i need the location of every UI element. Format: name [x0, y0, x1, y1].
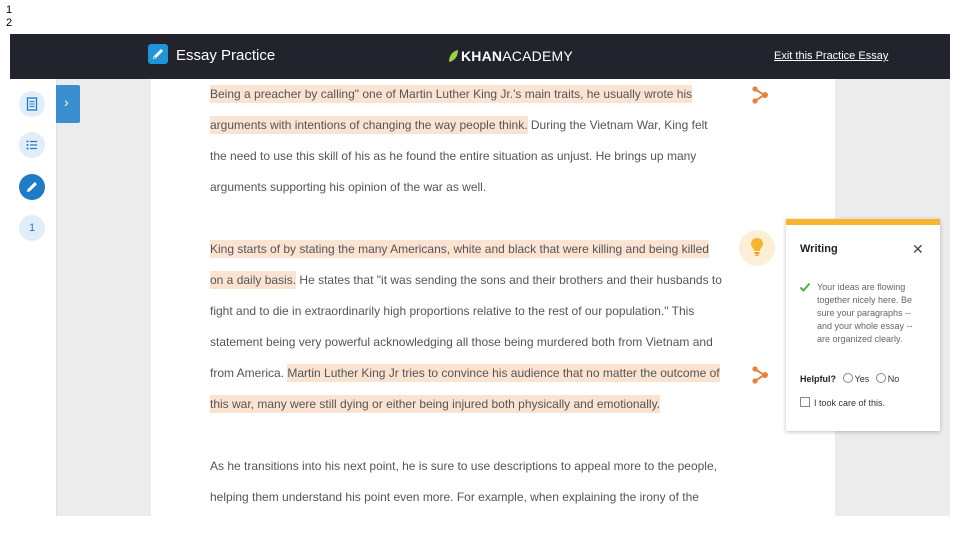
checkmark-icon — [799, 282, 811, 292]
yes-radio[interactable] — [842, 373, 853, 383]
essay-line: helping them understand his point even m… — [210, 486, 699, 508]
pencil-icon — [27, 182, 37, 192]
essay-line: the need to use this skill of his as he … — [210, 145, 696, 167]
lightbulb-icon — [751, 238, 763, 256]
essay-line: arguments supporting his opinion of the … — [210, 176, 486, 198]
highlighted-text[interactable]: Being a preacher by calling" one of Mart… — [210, 85, 693, 103]
essay-line: from America. Martin Luther King Jr trie… — [210, 362, 720, 384]
essay-text-run: fight and to die in extraordinarily high… — [210, 304, 695, 318]
essay-text-run: the need to use this skill of his as he … — [210, 149, 697, 163]
essay-practice-icon — [148, 44, 168, 64]
essay-text-run: As he transitions into his next point, h… — [210, 459, 717, 473]
feedback-count: 1 — [28, 222, 36, 234]
share-flag-icon[interactable] — [750, 365, 770, 385]
essay-text-run: from America. — [210, 366, 288, 380]
top-bar: Essay Practice KHANACADEMY Exit this Pra… — [10, 34, 950, 79]
no-label[interactable]: No — [888, 374, 900, 384]
app-screenshot: Essay Practice KHANACADEMY Exit this Pra… — [10, 34, 950, 516]
highlighted-text[interactable]: this war, many were still dying or eithe… — [210, 395, 661, 413]
chevron-right-icon: › — [64, 94, 69, 110]
close-icon[interactable]: ✕ — [912, 241, 924, 258]
feedback-count-button[interactable]: 1 — [19, 215, 45, 241]
left-sidebar: 1 — [10, 79, 57, 516]
list-button[interactable] — [19, 132, 45, 158]
highlighted-text[interactable]: Martin Luther King Jr tries to convince … — [287, 364, 720, 382]
logo-text-rest: ACADEMY — [502, 48, 573, 64]
helpful-label: Helpful? — [800, 374, 836, 384]
took-care-label[interactable]: I took care of this. — [814, 398, 885, 408]
feedback-message: Your ideas are flowing together nicely h… — [817, 282, 913, 344]
leaf-icon — [449, 50, 458, 62]
essay-line: fight and to die in extraordinarily high… — [210, 300, 694, 322]
essay-text-run: During the Vietnam War, King felt — [527, 118, 708, 132]
slide-number-1: 1 — [6, 4, 13, 16]
essay-text-run: statement being very powerful acknowledg… — [210, 335, 713, 349]
list-icon — [26, 140, 37, 150]
expand-panel-button[interactable]: › — [56, 85, 80, 123]
document-icon — [26, 97, 38, 111]
feedback-card: Writing ✕ Your ideas are flowing togethe… — [786, 219, 940, 431]
essay-text-run: He states that "it was sending the sons … — [296, 273, 722, 287]
essay-text-run: arguments supporting his opinion of the … — [210, 180, 487, 194]
write-button[interactable] — [19, 174, 45, 200]
lightbulb-button[interactable] — [739, 230, 775, 266]
essay-text-run: helping them understand his point even m… — [210, 490, 699, 504]
outline-button[interactable] — [19, 91, 45, 117]
essay-line: arguments with intentions of changing th… — [210, 114, 708, 136]
essay-line: As he transitions into his next point, h… — [210, 455, 717, 477]
took-care-checkbox[interactable] — [800, 397, 810, 407]
slide-number-2: 2 — [6, 17, 13, 29]
yes-label[interactable]: Yes — [855, 374, 870, 384]
highlighted-text[interactable]: arguments with intentions of changing th… — [210, 116, 528, 134]
essay-line: Being a preacher by calling" one of Mart… — [210, 83, 693, 105]
share-flag-icon[interactable] — [750, 85, 770, 105]
exit-practice-link[interactable]: Exit this Practice Essay — [774, 50, 888, 62]
essay-paper: Being a preacher by calling" one of Mart… — [151, 79, 835, 516]
highlighted-text[interactable]: on a daily basis. — [210, 271, 297, 289]
app-title: Essay Practice — [176, 47, 276, 64]
essay-line: King starts of by stating the many Ameri… — [210, 238, 709, 260]
highlighted-text[interactable]: King starts of by stating the many Ameri… — [210, 240, 709, 258]
no-radio[interactable] — [875, 373, 886, 383]
logo-text-bold: KHAN — [461, 48, 503, 64]
helpful-row: Helpful? Yes No — [800, 373, 899, 384]
essay-line: statement being very powerful acknowledg… — [210, 331, 713, 353]
essay-line: this war, many were still dying or eithe… — [210, 393, 661, 415]
took-care-row[interactable]: I took care of this. — [800, 397, 885, 408]
feedback-category: Writing — [800, 243, 838, 255]
essay-line: on a daily basis. He states that "it was… — [210, 269, 722, 291]
